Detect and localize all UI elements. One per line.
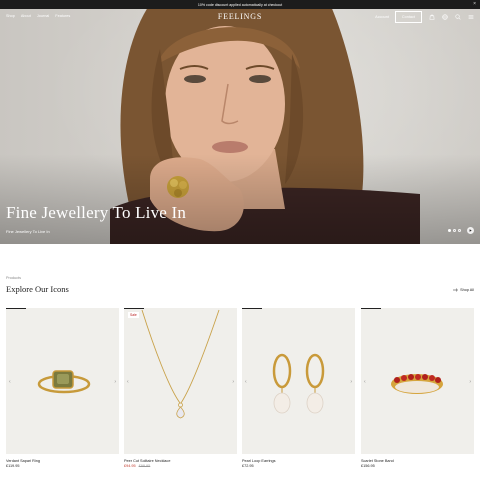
sale-badge: Sale (128, 312, 139, 318)
chevron-right-icon[interactable]: › (350, 379, 352, 385)
menu-icon[interactable] (467, 14, 474, 21)
hero-cta-link[interactable]: Fine Jewellery To Live In (6, 229, 50, 234)
top-navigation: Shop About Journal Features FEELINGS Acc… (0, 9, 480, 25)
product-name[interactable]: Scarlet Stone Band (361, 459, 474, 463)
shop-all-label: Shop All (460, 288, 474, 292)
hero-slide-dots (448, 229, 461, 232)
section-title: Explore Our Icons (6, 284, 69, 294)
product-image[interactable]: ‹ › (242, 308, 355, 454)
product-image[interactable]: ‹ › (6, 308, 119, 454)
product-name[interactable]: Verdant Sapari Ring (6, 459, 119, 463)
slide-dot-2[interactable] (453, 229, 456, 232)
bag-icon[interactable] (428, 14, 435, 21)
globe-icon[interactable] (441, 14, 448, 21)
shop-all-link[interactable]: Shop All (453, 288, 474, 292)
earrings-image (272, 353, 325, 414)
product-card[interactable]: Sale ‹ › Peer Cut Solitaire Necklace £94… (124, 308, 237, 468)
original-price: £99.95 (138, 464, 151, 468)
hero-overlay (0, 154, 480, 244)
band-ring-image (391, 374, 443, 394)
nav-actions: Account Contact (375, 11, 474, 23)
hero-title: Fine Jewellery To Live In (6, 203, 187, 222)
announcement-bar: 10% code discount applied automatically … (0, 0, 480, 9)
contact-button[interactable]: Contact (394, 11, 422, 23)
necklace-image (141, 309, 220, 419)
product-card[interactable]: ‹ › Scarlet Stone Band £156.95 (361, 308, 474, 468)
product-image[interactable]: ‹ › (361, 308, 474, 454)
chevron-left-icon[interactable]: ‹ (245, 379, 247, 385)
arrow-right-icon (453, 288, 458, 292)
chevron-right-icon[interactable]: › (232, 379, 234, 385)
product-card[interactable]: ‹ › Pearl Loop Earrings £72.95 (242, 308, 355, 468)
ring-image (37, 370, 91, 394)
product-image[interactable]: Sale ‹ › (124, 308, 237, 454)
product-name[interactable]: Pearl Loop Earrings (242, 459, 355, 463)
slide-dot-1[interactable] (448, 229, 451, 232)
close-icon[interactable]: × (473, 1, 476, 8)
product-price: £72.95 (242, 464, 254, 468)
account-link[interactable]: Account (375, 15, 389, 19)
product-card[interactable]: ‹ › Verdant Sapari Ring £119.95 (6, 308, 119, 468)
product-price: £94.95 £99.95 (124, 464, 237, 468)
chevron-right-icon[interactable]: › (114, 379, 116, 385)
chevron-left-icon[interactable]: ‹ (364, 379, 366, 385)
chevron-left-icon[interactable]: ‹ (9, 379, 11, 385)
section-eyebrow: Products (6, 276, 21, 280)
product-name[interactable]: Peer Cut Solitaire Necklace (124, 459, 237, 463)
play-icon[interactable] (467, 227, 474, 234)
chevron-right-icon[interactable]: › (469, 379, 471, 385)
search-icon[interactable] (454, 14, 461, 21)
slide-dot-3[interactable] (458, 229, 461, 232)
product-price: £119.95 (6, 464, 20, 468)
chevron-left-icon[interactable]: ‹ (127, 379, 129, 385)
product-price: £156.95 (361, 464, 375, 468)
announcement-text: 10% code discount applied automatically … (197, 2, 283, 7)
sale-price: £94.95 (124, 464, 136, 468)
